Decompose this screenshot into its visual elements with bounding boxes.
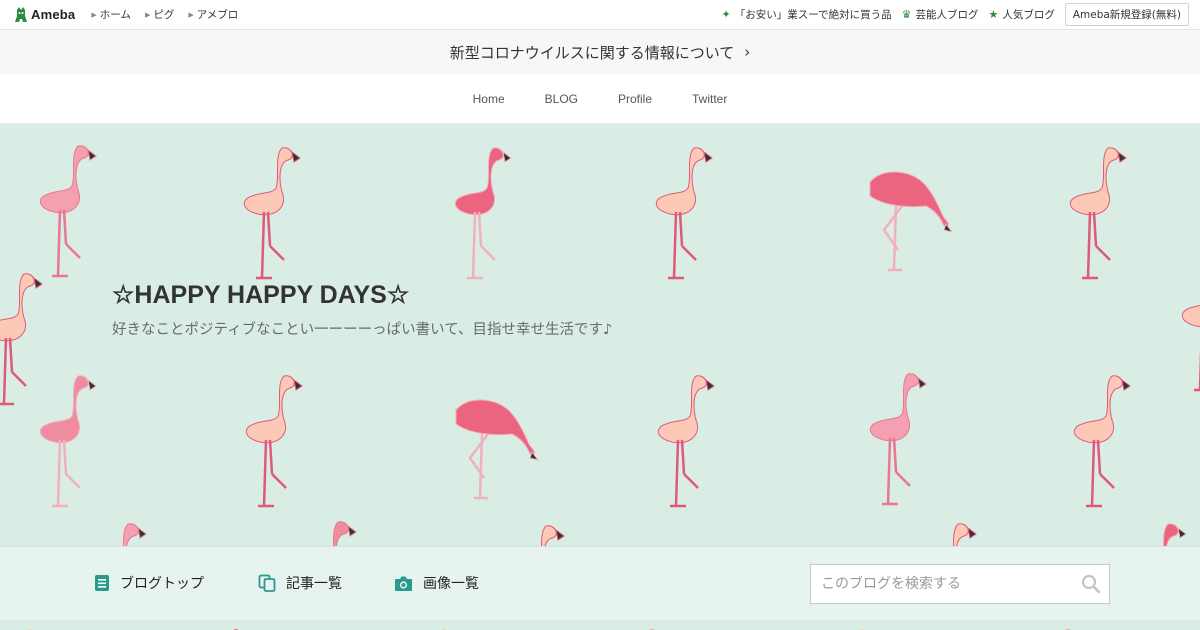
nav-pigg[interactable]: ▶ ピグ bbox=[145, 7, 174, 22]
covid-notice-link[interactable]: 新型コロナウイルスに関する情報について › bbox=[0, 30, 1200, 74]
link-popular-blog[interactable]: ★ 人気ブログ bbox=[988, 7, 1054, 22]
blog-header-banner: ☆HAPPY HAPPY DAYS☆ 好きなことポジティブなことい一ーーーっぱい… bbox=[0, 124, 1200, 546]
link-celebrity-blog[interactable]: ♛ 芸能人ブログ bbox=[902, 7, 979, 22]
ameba-header: Ameba ▶ ホーム ▶ ピグ ▶ アメブロ ✦ 「お安い」業スーで絶対に買う品 ♛ 芸… bbox=[0, 0, 1200, 30]
sparkle-icon: ✦ bbox=[721, 8, 731, 21]
link-popular-blog-label: 人気ブログ bbox=[1002, 9, 1055, 21]
star-icon: ★ bbox=[988, 8, 999, 21]
menu-blog-top[interactable]: ブログトップ bbox=[94, 573, 204, 593]
ameba-logo-text: Ameba bbox=[31, 7, 76, 22]
blog-menu-bar: ブログトップ 記事一覧 画像一覧 bbox=[0, 546, 1200, 620]
flamingo-pattern-continued bbox=[0, 620, 1200, 630]
menu-article-list[interactable]: 記事一覧 bbox=[258, 573, 342, 593]
notice-text: 新型コロナウイルスに関する情報について bbox=[449, 43, 735, 62]
blog-nav-blog[interactable]: BLOG bbox=[545, 92, 578, 106]
link-gyosu[interactable]: ✦ 「お安い」業スーで絶対に買う品 bbox=[721, 7, 891, 22]
ameba-logo[interactable]: Ameba bbox=[14, 6, 76, 23]
search-icon[interactable] bbox=[1081, 574, 1101, 594]
nav-ameblo[interactable]: ▶ アメブロ bbox=[188, 7, 238, 22]
blog-nav-profile[interactable]: Profile bbox=[618, 92, 652, 106]
link-celebrity-blog-label: 芸能人ブログ bbox=[915, 9, 979, 21]
nav-pigg-label: ピグ bbox=[153, 9, 175, 21]
signup-button[interactable]: Ameba新規登録(無料) bbox=[1064, 3, 1189, 26]
blog-nav-home[interactable]: Home bbox=[473, 92, 505, 106]
header-right-links: ✦ 「お安い」業スーで絶対に買う品 ♛ 芸能人ブログ ★ 人気ブログ Ameba新規登… bbox=[711, 3, 1200, 26]
global-nav: ▶ ホーム ▶ ピグ ▶ アメブロ bbox=[91, 7, 252, 22]
blog-description: 好きなことポジティブなことい一ーーーっぱい書いて、目指せ幸せ生活です♪ bbox=[112, 322, 613, 338]
blog-title[interactable]: ☆HAPPY HAPPY DAYS☆ bbox=[112, 280, 409, 310]
link-gyosu-label: 「お安い」業スーで絶対に買う品 bbox=[734, 9, 892, 21]
blog-nav: Home BLOG Profile Twitter bbox=[0, 74, 1200, 124]
caret-right-icon: ▶ bbox=[188, 10, 194, 19]
nav-home[interactable]: ▶ ホーム bbox=[91, 7, 131, 22]
blog-nav-twitter[interactable]: Twitter bbox=[692, 92, 727, 106]
document-icon bbox=[95, 575, 109, 591]
blog-search-box bbox=[810, 564, 1110, 604]
nav-home-label: ホーム bbox=[99, 9, 131, 21]
copy-icon bbox=[258, 574, 276, 592]
crown-icon: ♛ bbox=[901, 8, 912, 21]
menu-article-list-label: 記事一覧 bbox=[286, 576, 342, 592]
menu-image-list-label: 画像一覧 bbox=[423, 576, 479, 592]
caret-right-icon: ▶ bbox=[144, 10, 151, 19]
blog-search-input[interactable] bbox=[821, 576, 1071, 592]
chevron-right-icon: › bbox=[744, 43, 751, 61]
ameba-logo-icon bbox=[15, 6, 27, 22]
camera-icon bbox=[395, 576, 412, 591]
nav-ameblo-label: アメブロ bbox=[196, 9, 239, 21]
menu-blog-top-label: ブログトップ bbox=[120, 576, 204, 592]
caret-right-icon: ▶ bbox=[91, 10, 97, 19]
menu-image-list[interactable]: 画像一覧 bbox=[394, 573, 479, 593]
